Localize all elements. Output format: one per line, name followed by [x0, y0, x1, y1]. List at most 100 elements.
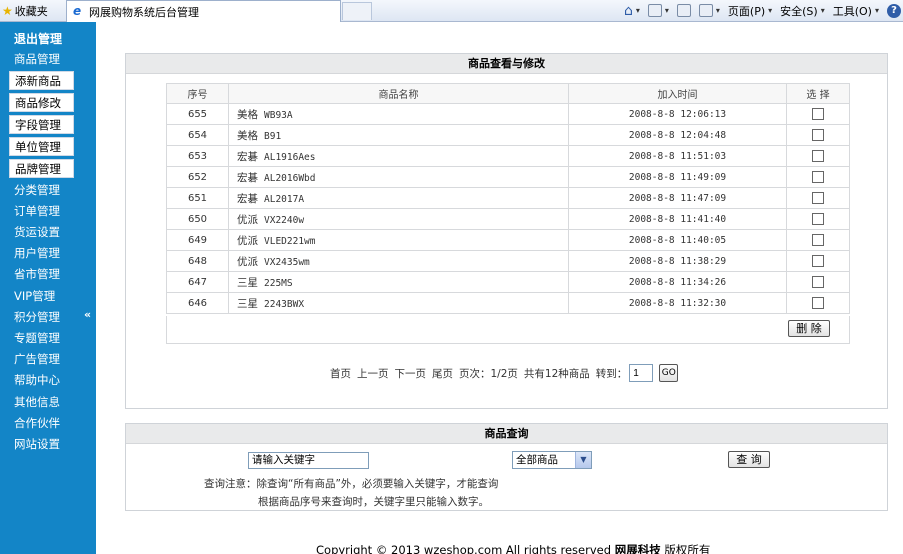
print-button[interactable]: ▾ [698, 4, 720, 17]
table-row: 655 美格 WB93A 2008-8-8 12:06:13 [166, 103, 850, 125]
page-number-input[interactable] [629, 364, 654, 382]
cell-select [786, 208, 850, 230]
row-select-checkbox[interactable] [812, 171, 824, 183]
home-button[interactable]: ⌂ ▾ [624, 3, 640, 19]
sidebar-item-brands[interactable]: 品牌管理 [9, 159, 74, 178]
help-button[interactable]: ? [887, 3, 901, 18]
cell-name: 三星 225MS [228, 271, 569, 293]
scope-select-value: 全部商品 [516, 454, 558, 466]
page-menu[interactable]: 页面(P) ▾ [728, 3, 772, 19]
sidebar-item-add-product[interactable]: 添新商品 [9, 71, 74, 90]
safety-menu[interactable]: 安全(S) ▾ [780, 3, 825, 19]
row-select-checkbox[interactable] [812, 234, 824, 246]
cell-select [786, 187, 850, 209]
row-select-checkbox[interactable] [812, 150, 824, 162]
delete-button[interactable]: 删 除 [788, 320, 830, 337]
cell-model: AL2016Wbd [264, 172, 316, 184]
cell-time: 2008-8-8 11:38:29 [568, 250, 787, 272]
cell-brand: 宏碁 [237, 150, 258, 163]
sidebar-item-fields[interactable]: 字段管理 [9, 115, 74, 134]
row-select-checkbox[interactable] [812, 297, 824, 309]
sidebar: 退出管理 商品管理 添新商品 商品修改 字段管理 单位管理 品牌管理 分类管理 … [0, 22, 96, 554]
row-select-checkbox[interactable] [812, 276, 824, 288]
scope-select[interactable]: 全部商品 ▼ [512, 451, 592, 469]
sidebar-item-help[interactable]: 帮助中心 [14, 371, 74, 390]
sidebar-item-vip[interactable]: VIP管理 [14, 287, 74, 306]
pager-first-link[interactable]: 首页 [330, 366, 351, 381]
collapse-sidebar-icon[interactable]: « [84, 308, 91, 321]
chevron-down-icon: ▾ [874, 6, 879, 15]
sidebar-item-edit-product[interactable]: 商品修改 [9, 93, 74, 112]
row-select-checkbox[interactable] [812, 108, 824, 120]
cell-id: 651 [166, 187, 229, 209]
cell-select [786, 292, 850, 314]
sidebar-item-users[interactable]: 用户管理 [14, 244, 74, 263]
sidebar-item-topics[interactable]: 专题管理 [14, 329, 74, 348]
table-row: 648 优派 VX2435wm 2008-8-8 11:38:29 [166, 250, 850, 272]
cell-brand: 优派 [237, 234, 258, 247]
sidebar-item-regions[interactable]: 省市管理 [14, 265, 74, 284]
sidebar-item-other[interactable]: 其他信息 [14, 393, 74, 412]
sidebar-item-units[interactable]: 单位管理 [9, 137, 74, 156]
browser-tab[interactable]: e 网展购物系统后台管理 [66, 0, 341, 22]
column-header-id: 序号 [166, 83, 229, 104]
home-icon: ⌂ [623, 2, 633, 19]
row-select-checkbox[interactable] [812, 213, 824, 225]
cell-model: AL1916Aes [264, 151, 316, 163]
cell-brand: 美格 [237, 129, 258, 142]
table-row: 649 优派 VLED221wm 2008-8-8 11:40:05 [166, 229, 850, 251]
cell-select [786, 145, 850, 167]
cell-model: VX2240w [264, 214, 305, 226]
row-select-checkbox[interactable] [812, 129, 824, 141]
cell-time: 2008-8-8 11:49:09 [568, 166, 787, 188]
cell-brand: 宏碁 [237, 192, 258, 205]
cell-id: 646 [166, 292, 229, 314]
sidebar-item-ads[interactable]: 广告管理 [14, 350, 74, 369]
search-panel: 商品查询 请输入关键字 全部商品 ▼ 查 询 查询注意：除查询“所有商品”外，必… [125, 423, 888, 511]
pager-next-link[interactable]: 下一页 [395, 366, 427, 381]
sidebar-item-shipping[interactable]: 货运设置 [14, 223, 74, 242]
row-select-checkbox[interactable] [812, 192, 824, 204]
cell-select [786, 103, 850, 125]
cell-model: 225MS [264, 277, 293, 289]
favorites-button[interactable]: ★ 收藏夹 [0, 0, 48, 21]
sidebar-item-products[interactable]: 商品管理 [14, 50, 74, 69]
browser-toolbar: ★ 收藏夹 e 网展购物系统后台管理 ⌂ ▾ ▾ ▾ 页面(P) ▾ 安全(S) ▾ … [0, 0, 903, 22]
cell-brand: 优派 [237, 255, 258, 268]
favorites-label: 收藏夹 [14, 4, 48, 18]
sidebar-item-settings[interactable]: 网站设置 [14, 435, 74, 454]
table-header-row: 序号 商品名称 加入时间 选 择 [166, 83, 850, 104]
product-list-panel: 商品查看与修改 序号 商品名称 加入时间 选 择 655 美格 WB93A 2008-… [125, 53, 888, 409]
column-header-time: 加入时间 [568, 83, 787, 104]
sidebar-header-logout[interactable]: 退出管理 [14, 30, 62, 47]
cell-id: 655 [166, 103, 229, 125]
cell-time: 2008-8-8 11:51:03 [568, 145, 787, 167]
cell-id: 647 [166, 271, 229, 293]
pager-total: 共有12种商品 [523, 367, 590, 380]
cell-time: 2008-8-8 11:41:40 [568, 208, 787, 230]
tools-menu[interactable]: 工具(O) ▾ [833, 3, 879, 19]
cell-name: 宏碁 AL2016Wbd [228, 166, 569, 188]
mail-icon [676, 4, 691, 17]
sidebar-item-points[interactable]: 积分管理 [14, 308, 74, 327]
table-row: 652 宏碁 AL2016Wbd 2008-8-8 11:49:09 [166, 166, 850, 188]
sidebar-item-categories[interactable]: 分类管理 [14, 181, 74, 200]
cell-brand: 三星 [237, 276, 258, 289]
keyword-input[interactable]: 请输入关键字 [248, 452, 369, 469]
row-select-checkbox[interactable] [812, 255, 824, 267]
pager-last-link[interactable]: 尾页 [432, 366, 453, 381]
cell-select [786, 250, 850, 272]
new-tab-button[interactable] [342, 2, 372, 20]
sidebar-item-partners[interactable]: 合作伙伴 [14, 414, 74, 433]
cell-id: 652 [166, 166, 229, 188]
cell-select [786, 271, 850, 293]
search-note-line2: 根据商品序号来查询时，关键字里只能输入数字。 [258, 496, 489, 508]
feeds-button[interactable]: ▾ [647, 4, 669, 17]
go-button[interactable]: GO [659, 364, 679, 382]
pager-prev-link[interactable]: 上一页 [357, 366, 389, 381]
cell-name: 宏碁 AL1916Aes [228, 145, 569, 167]
sidebar-item-orders[interactable]: 订单管理 [14, 202, 74, 221]
query-button[interactable]: 查 询 [728, 451, 770, 468]
footer-copyright: Copyright © 2013 wzeshop.com All rights … [316, 543, 612, 554]
mail-button[interactable] [676, 4, 691, 17]
